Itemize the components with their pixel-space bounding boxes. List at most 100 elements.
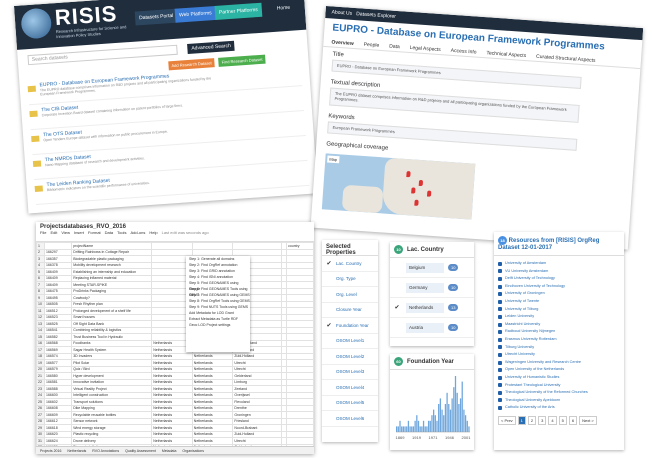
chart-bar[interactable] <box>461 381 463 432</box>
chart-bar[interactable] <box>414 420 416 432</box>
resource-label[interactable]: Leiden University <box>505 313 534 321</box>
resource-item[interactable]: Utrecht University <box>494 351 624 359</box>
page-link[interactable]: Next > <box>579 415 597 425</box>
resource-label[interactable]: Theological University Apeldoorn <box>505 397 560 405</box>
resource-label[interactable]: Delft University of Technology <box>505 275 555 283</box>
add-dataset-button[interactable]: Add Research Dataset <box>168 58 216 71</box>
property-row[interactable]: Org. Type <box>322 272 378 287</box>
resource-item[interactable]: Theological University Apeldoorn <box>494 397 624 405</box>
chart-bar[interactable] <box>426 426 428 432</box>
advanced-search-button[interactable]: Advanced Search <box>187 40 236 54</box>
resource-item[interactable]: Delft University of Technology <box>494 275 624 283</box>
resource-item[interactable]: Maastricht University <box>494 321 624 329</box>
page-link[interactable]: 4 <box>548 415 557 425</box>
resource-item[interactable]: Leiden University <box>494 313 624 321</box>
chart-bar[interactable] <box>459 398 462 432</box>
map-type-map[interactable]: Map <box>327 155 340 164</box>
nav-explorer[interactable]: Datasets Explorer <box>356 11 396 20</box>
resource-item[interactable]: University of Groningen <box>494 290 624 298</box>
chart-bar[interactable] <box>397 426 399 432</box>
property-row[interactable]: OSOM Level2 <box>322 349 378 365</box>
resource-item[interactable]: Theological University of the Reformed C… <box>494 389 624 397</box>
chart-bar[interactable] <box>436 420 438 432</box>
chart-bar[interactable] <box>412 426 415 432</box>
geo-map[interactable]: Map <box>321 153 476 220</box>
resource-item[interactable]: University of Humanistic Studies <box>494 374 624 382</box>
resource-label[interactable]: Protestant Theological University <box>505 382 560 390</box>
sheet-tab[interactable]: RVO Annotations <box>92 447 119 454</box>
country-row[interactable]: Austria 10 <box>390 318 474 338</box>
chart-bar[interactable] <box>404 426 406 432</box>
resource-label[interactable]: Maastricht University <box>505 321 540 329</box>
nav-datasets-portal[interactable]: Datasets Portal <box>134 8 178 26</box>
nav-home[interactable]: Home <box>272 0 294 15</box>
find-dataset-button[interactable]: Find Research Dataset <box>218 54 266 67</box>
menu-insert[interactable]: Insert <box>74 230 84 235</box>
property-row[interactable]: Org. Level <box>322 287 378 303</box>
menu-file[interactable]: File <box>40 230 46 235</box>
property-row[interactable]: OSOM Level4 <box>322 380 378 396</box>
resource-label[interactable]: Eindhoven University of Technology <box>505 283 565 291</box>
resource-item[interactable]: University of Tilburg <box>494 306 624 314</box>
resource-item[interactable]: Catholic University of the Arts <box>494 404 624 412</box>
menu-addons[interactable]: Add-ons <box>130 230 145 235</box>
nav-partner-platforms[interactable]: Partner Platforms <box>214 2 263 20</box>
chart-bar[interactable] <box>416 415 418 432</box>
chart-bar[interactable] <box>434 415 436 432</box>
chart-bar[interactable] <box>407 420 410 432</box>
sheet-tab[interactable]: Quality Assessment <box>125 447 156 454</box>
resource-label[interactable]: Catholic University of the Arts <box>505 404 555 412</box>
map-pin-icon[interactable] <box>411 187 416 194</box>
chart-bar[interactable] <box>458 404 460 432</box>
resource-item[interactable]: Protestant Theological University <box>494 382 624 390</box>
tab-people[interactable]: People <box>363 40 379 50</box>
chart-bar[interactable] <box>402 426 405 432</box>
sheet-tab[interactable]: Metadata <box>162 447 177 454</box>
chart-bar[interactable] <box>419 426 421 432</box>
resource-item[interactable]: Erasmus University Rotterdam <box>494 336 624 344</box>
chart-bar[interactable] <box>468 426 470 432</box>
tab-overview[interactable]: Overview <box>331 37 354 48</box>
menu-tools[interactable]: Tools <box>117 230 126 235</box>
chart-bar[interactable] <box>456 392 458 432</box>
nav-about[interactable]: About Us <box>331 9 352 16</box>
context-menu-item[interactable]: Geoc LOD Project settings <box>186 322 250 328</box>
chart-bar[interactable] <box>417 420 420 432</box>
sheet-tab[interactable]: Netherlands <box>67 447 86 454</box>
page-link[interactable]: 5 <box>558 415 567 425</box>
menu-view[interactable]: View <box>61 230 70 235</box>
resource-label[interactable]: University of Twente <box>505 298 539 306</box>
page-link[interactable]: < Prev <box>498 415 516 425</box>
chart-bar[interactable] <box>406 426 408 432</box>
resource-item[interactable]: Radboud University Nijmegen <box>494 328 624 336</box>
property-row[interactable]: OSOM Level3 <box>322 365 378 380</box>
menu-format[interactable]: Format <box>88 230 101 235</box>
map-pin-icon[interactable] <box>406 171 411 178</box>
country-row[interactable]: Germany 10 <box>390 278 474 298</box>
resource-item[interactable]: University of Amsterdam <box>494 260 624 268</box>
chart-bar[interactable] <box>466 420 468 432</box>
resource-label[interactable]: University of Amsterdam <box>505 260 546 268</box>
chart-bar[interactable] <box>421 426 423 432</box>
chart-bar[interactable] <box>444 404 447 432</box>
chart-bar[interactable] <box>448 404 450 432</box>
resource-item[interactable]: University of Twente <box>494 298 624 306</box>
property-row[interactable]: ✔ Lac. Country <box>322 256 378 272</box>
map-pin-icon[interactable] <box>418 179 424 187</box>
chart-bar[interactable] <box>446 392 448 432</box>
resource-label[interactable]: University of Tilburg <box>505 306 538 314</box>
resource-label[interactable]: Open University of the Netherlands <box>505 366 564 374</box>
menu-data[interactable]: Data <box>105 230 113 235</box>
resource-label[interactable]: Radboud University Nijmegen <box>505 328 555 336</box>
chart-bar[interactable] <box>463 409 465 432</box>
chart-bar[interactable] <box>464 415 467 432</box>
resource-label[interactable]: Utrecht University <box>505 351 535 359</box>
sheet-tab[interactable]: Organisations <box>182 447 204 454</box>
page-link[interactable]: 2 <box>527 415 537 425</box>
chart-bar[interactable] <box>401 426 403 432</box>
chart-bar[interactable] <box>411 426 413 432</box>
nav-web-platforms[interactable]: Web Platforms <box>174 5 217 23</box>
chart-bar[interactable] <box>427 420 430 432</box>
chart-bar[interactable] <box>454 376 457 432</box>
country-row[interactable]: ✔ Netherlands 13 <box>390 298 474 318</box>
